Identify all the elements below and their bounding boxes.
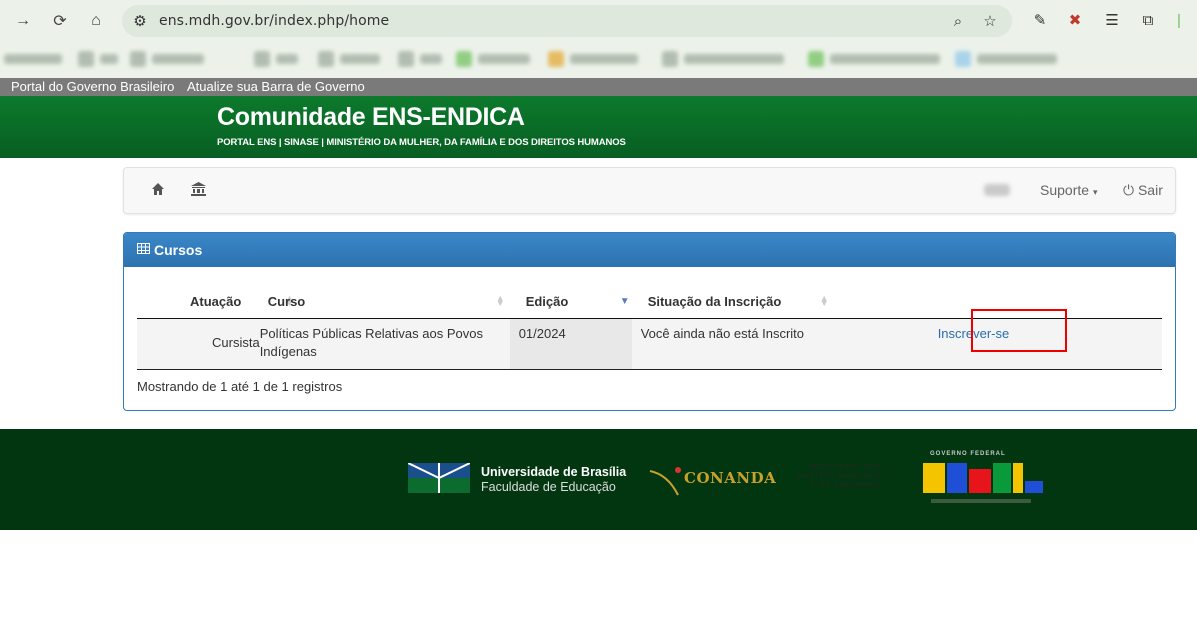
unb-faculty: Faculdade de Educação bbox=[481, 480, 616, 494]
bookmark-item[interactable] bbox=[456, 50, 530, 68]
address-bar[interactable]: ⚙ ens.mdh.gov.br/index.php/home ⌕ ☆ bbox=[122, 5, 1012, 37]
unb-logo bbox=[408, 463, 470, 493]
extensions-puzzle-icon[interactable]: ⧉ bbox=[1137, 9, 1159, 31]
caret-down-icon: ▾ bbox=[1092, 187, 1098, 197]
bookmark-item[interactable] bbox=[808, 50, 940, 68]
cell-edicao: 01/2024 bbox=[509, 318, 632, 370]
table-info: Mostrando de 1 até 1 de 1 registros bbox=[137, 379, 343, 394]
reader-extension-icon[interactable]: ☰ bbox=[1101, 9, 1123, 31]
site-title[interactable]: Comunidade ENS-ENDICA bbox=[217, 103, 525, 132]
sort-icon: ▲ ▼ bbox=[495, 293, 505, 308]
bookmark-star-icon[interactable]: ☆ bbox=[980, 11, 1000, 31]
cell-atuacao: Cursista bbox=[137, 318, 260, 370]
courses-panel-header: Cursos bbox=[124, 233, 1175, 267]
brasil-logo bbox=[923, 463, 1043, 503]
conanda-logo-mark bbox=[649, 467, 681, 496]
power-icon: ⏻ bbox=[1123, 182, 1135, 198]
support-label: Suporte bbox=[1040, 182, 1090, 198]
site-settings-icon[interactable]: ⚙ bbox=[130, 11, 150, 31]
sort-icon: ▲ ▼ bbox=[819, 293, 829, 308]
zoom-icon[interactable]: ⌕ bbox=[948, 11, 968, 31]
courses-panel: Cursos Atuação ▲ ▼ Curso ▲ ▼ Edição ▼ Situ… bbox=[123, 232, 1176, 411]
browser-chrome: → ⟳ ⌂ ⚙ ens.mdh.gov.br/index.php/home ⌕ … bbox=[0, 0, 1197, 78]
logout-label: Sair bbox=[1137, 182, 1163, 198]
bookmark-item[interactable] bbox=[662, 50, 784, 68]
bookmark-item[interactable] bbox=[318, 50, 380, 68]
site-subtitle: PORTAL ENS | SINASE | MINISTÉRIO DA MULH… bbox=[217, 137, 626, 148]
column-header-curso[interactable]: Curso ▲ ▼ bbox=[259, 285, 510, 319]
bookmark-item[interactable] bbox=[130, 50, 204, 68]
url-text: ens.mdh.gov.br/index.php/home bbox=[159, 13, 390, 29]
top-navbar: Suporte ▾ ⏻ Sair bbox=[123, 167, 1176, 214]
gov-portal-link[interactable]: Portal do Governo Brasileiro bbox=[11, 79, 174, 94]
bookmark-item[interactable] bbox=[4, 50, 62, 68]
site-footer: Universidade de Brasília Faculdade de Ed… bbox=[0, 429, 1197, 530]
cell-situacao: Você ainda não está Inscrito bbox=[631, 318, 927, 370]
home-icon[interactable] bbox=[149, 180, 167, 198]
bookmark-item[interactable] bbox=[78, 50, 118, 68]
bookmark-item[interactable] bbox=[955, 50, 1057, 68]
table-icon bbox=[137, 242, 151, 256]
user-name-blurred[interactable] bbox=[984, 184, 1010, 196]
cell-curso: Políticas Públicas Relativas aos Povos I… bbox=[259, 318, 510, 370]
column-header-situacao[interactable]: Situação da Inscrição ▲ ▼ bbox=[631, 285, 927, 319]
gov-update-link[interactable]: Atualize sua Barra de Governo bbox=[187, 79, 365, 94]
profile-divider-icon: | bbox=[1177, 11, 1181, 29]
bookmark-item[interactable] bbox=[254, 50, 298, 68]
column-header-edicao[interactable]: Edição ▼ bbox=[509, 285, 632, 319]
bookmarks-bar bbox=[0, 44, 1197, 74]
site-header: Comunidade ENS-ENDICA PORTAL ENS | SINAS… bbox=[0, 96, 1197, 158]
sort-desc-icon: ▼ bbox=[619, 296, 630, 307]
reload-icon[interactable]: ⟳ bbox=[47, 8, 73, 34]
column-header-atuacao[interactable]: Atuação ▲ ▼ bbox=[137, 285, 294, 319]
close-extension-icon[interactable]: ✖ bbox=[1064, 9, 1086, 31]
support-menu[interactable]: Suporte ▾ bbox=[1040, 182, 1097, 198]
panel-title: Cursos bbox=[154, 242, 203, 258]
gov-bar: Portal do Governo Brasileiro Atualize su… bbox=[0, 78, 1197, 96]
conanda-logo-text: CONANDA bbox=[684, 469, 777, 487]
forward-icon[interactable]: → bbox=[10, 8, 36, 34]
home-icon[interactable]: ⌂ bbox=[83, 8, 109, 34]
logout-button[interactable]: ⏻ Sair bbox=[1123, 182, 1163, 199]
highlight-annotation-box bbox=[971, 309, 1067, 352]
bookmark-item[interactable] bbox=[398, 50, 442, 68]
eyedropper-extension-icon[interactable]: ✎ bbox=[1029, 9, 1051, 31]
bookmark-item[interactable] bbox=[548, 50, 638, 68]
ministerio-logo-text: MINISTÉRIO DOS DIREITOS HUMANOS E DA CID… bbox=[795, 464, 883, 489]
institution-icon[interactable] bbox=[189, 180, 207, 198]
unb-name: Universidade de Brasília bbox=[481, 465, 627, 479]
